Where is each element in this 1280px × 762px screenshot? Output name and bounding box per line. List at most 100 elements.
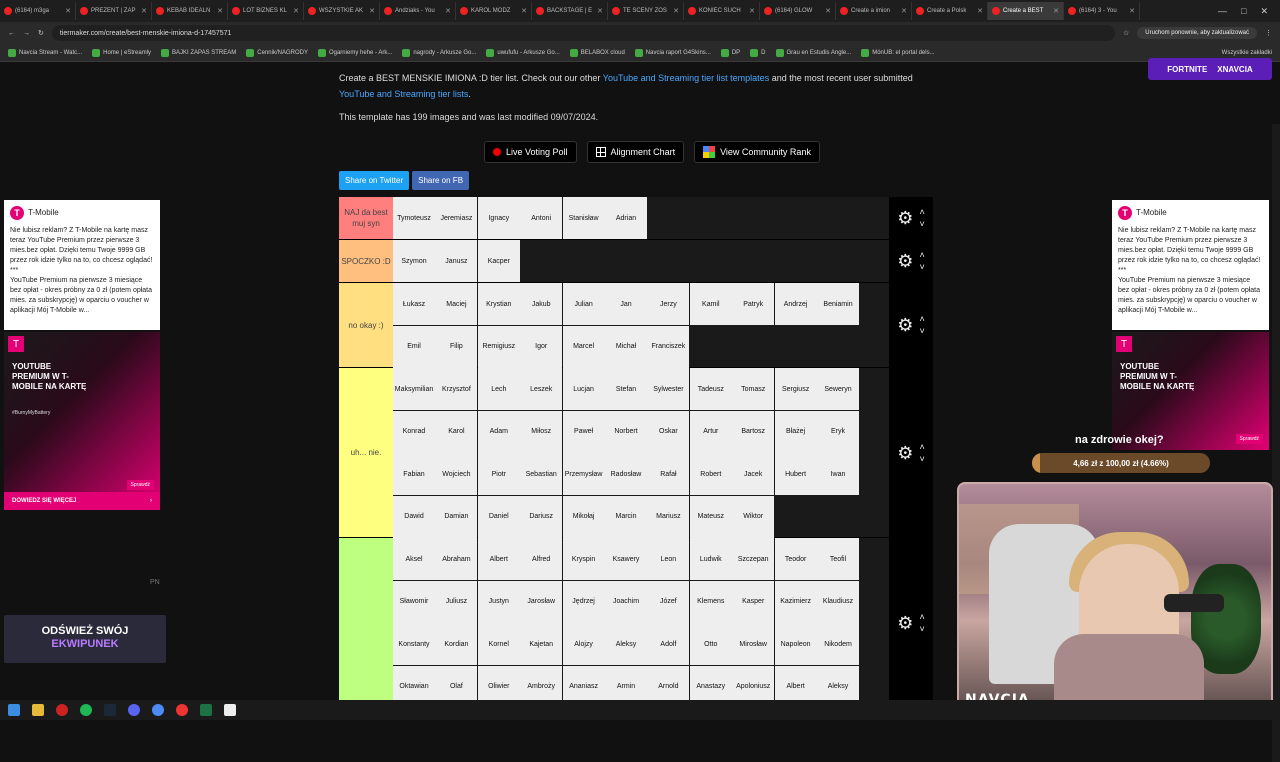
browser-tab[interactable]: LOT BIZNES KL ✕ [228,2,304,20]
tier-item[interactable]: Rafał [647,453,690,495]
tier-item[interactable]: Aleksy [817,665,859,700]
tier-item[interactable]: Ambroży [520,665,563,700]
tier-item[interactable]: Abraham [435,538,478,580]
tab-close-icon[interactable]: ✕ [597,7,603,15]
tier-item[interactable]: Stefan [605,368,647,410]
tier-item[interactable]: Piotr [477,453,520,495]
tier-item[interactable]: Jerzy [647,283,690,325]
tier-item[interactable]: Kordian [435,623,478,665]
browser-tab[interactable]: Create a BEST ✕ [988,2,1064,20]
tier-item[interactable]: Błażej [774,410,817,453]
tab-close-icon[interactable]: ✕ [445,7,451,15]
menu-icon[interactable]: ⋮ [1265,29,1272,37]
spotify-icon[interactable] [80,704,92,716]
url-field[interactable]: tiermaker.com/create/best-menskie-imiona… [51,25,1115,41]
chevron-up-icon[interactable]: ˄ [919,313,924,325]
tier-item[interactable]: Armin [605,665,647,700]
tier-label[interactable]: SPOCZKO :D [339,240,393,282]
tier-item[interactable]: Mirosław [732,623,775,665]
tier-item[interactable]: Olaf [435,665,478,700]
tab-close-icon[interactable]: ✕ [65,7,71,15]
tab-close-icon[interactable]: ✕ [673,7,679,15]
tier-item[interactable]: Filip [435,325,478,368]
tab-close-icon[interactable]: ✕ [1129,7,1135,15]
bookmark-item[interactable]: D [750,48,766,57]
tier-item[interactable]: Leszek [520,368,563,410]
tier-item[interactable]: Andrzej [774,283,817,325]
tier-item[interactable]: Remigiusz [477,325,520,368]
tier-item[interactable]: Patryk [732,283,775,325]
tier-item[interactable]: Kasper [732,580,775,623]
tier-item[interactable]: Krzysztof [435,368,478,410]
tier-item[interactable]: Sylwester [647,368,690,410]
bookmark-item[interactable]: Home | eStreamly [92,48,151,57]
tab-close-icon[interactable]: ✕ [749,7,755,15]
bookmark-item[interactable]: DP [720,48,740,57]
tier-item[interactable]: Wiktor [732,495,775,538]
tier-item[interactable]: Miłosz [520,410,563,453]
chevron-down-icon[interactable]: ˅ [919,261,924,273]
tab-close-icon[interactable]: ✕ [141,7,147,15]
tier-item[interactable]: Iwan [817,453,859,495]
tier-item[interactable]: Ludwik [689,538,732,580]
tier-item[interactable]: Fabian [393,453,435,495]
tier-item[interactable]: Ananiasz [562,665,605,700]
tier-label[interactable]: no okay :) [339,283,393,367]
browser-tab[interactable]: Create a imion ✕ [836,2,912,20]
tab-close-icon[interactable]: ✕ [1053,7,1059,15]
tier-item[interactable]: Adam [477,410,520,453]
tier-item[interactable]: Albert [774,665,817,700]
chevron-up-icon[interactable]: ˄ [919,441,924,453]
tier-item[interactable]: Robert [689,453,732,495]
tier-item[interactable]: Sebastian [520,453,563,495]
tier-item[interactable]: Szymon [393,240,435,282]
reload-icon[interactable]: ↻ [38,29,44,37]
browser-tab[interactable]: TE SCENY ZOS ✕ [608,2,684,20]
tier-item[interactable]: Kajetan [520,623,563,665]
bookmark-item[interactable]: BELABOX cloud [569,48,625,57]
tier-item[interactable]: Beniamin [817,283,859,325]
tier-item[interactable]: Mikołaj [562,495,605,538]
browser-tab[interactable]: (6164) m3ga ✕ [0,2,76,20]
gear-icon[interactable]: ⚙ [897,209,913,227]
bookmark-item[interactable]: Grau en Estudis Angle... [775,48,851,57]
tier-item[interactable]: Emil [393,325,435,368]
tier-label[interactable]: NAJ da best muj syn [339,197,393,239]
tier-item[interactable]: Bartosz [732,410,775,453]
tier-item[interactable]: Adolf [647,623,690,665]
tier-item[interactable]: Teofil [817,538,859,580]
tier-item[interactable]: Klemens [689,580,732,623]
chevron-up-icon[interactable]: ˄ [919,206,924,218]
tier-item[interactable]: Marcin [605,495,647,538]
community-rank-button[interactable]: View Community Rank [694,141,820,163]
tier-item[interactable]: Arnold [647,665,690,700]
tier-item[interactable]: Jędrzej [562,580,605,623]
tier-item[interactable]: Janusz [435,240,478,282]
intro-link-lists[interactable]: YouTube and Streaming tier lists [339,89,468,99]
tier-item[interactable]: Dawid [393,495,435,538]
left-ad[interactable]: T T-Mobile Nie lubisz reklam? Z T-Mobile … [4,200,160,330]
tier-item[interactable]: Mariusz [647,495,690,538]
chevron-down-icon[interactable]: ˅ [919,623,924,635]
tier-item[interactable]: Lucjan [562,368,605,410]
chrome-alt-icon[interactable] [176,704,188,716]
tier-item[interactable]: Alfred [520,538,563,580]
tab-close-icon[interactable]: ✕ [977,7,983,15]
browser-tab[interactable]: WSZYSTKIE AK ✕ [304,2,380,20]
tier-item[interactable]: Adrian [605,197,647,239]
gear-icon[interactable]: ⚙ [897,444,913,462]
tier-item[interactable]: Dariusz [520,495,563,538]
obs-icon[interactable] [224,704,236,716]
tab-close-icon[interactable]: ✕ [521,7,527,15]
tier-item[interactable]: Julian [562,283,605,325]
bookmark-item[interactable]: Ogarniemy hehe - Ark... [317,48,392,57]
tier-item[interactable]: Napoleon [774,623,817,665]
tier-item[interactable]: Franciszek [647,325,690,368]
tier-item[interactable]: Nikodem [817,623,859,665]
tier-item[interactable]: Oktawian [393,665,435,700]
tab-close-icon[interactable]: ✕ [293,7,299,15]
tier-item[interactable]: Maksymilian [393,368,435,410]
live-voting-poll-button[interactable]: Live Voting Poll [484,141,577,163]
tier-item[interactable]: Klaudiusz [817,580,859,623]
browser-tab[interactable]: Andziaks - You ✕ [380,2,456,20]
